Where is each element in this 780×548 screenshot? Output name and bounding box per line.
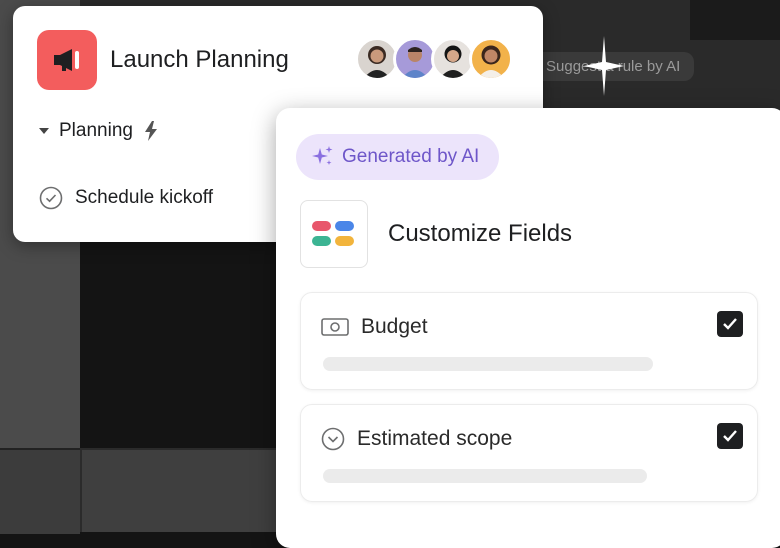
person-icon — [402, 47, 428, 78]
generated-by-ai-badge: Generated by AI — [296, 134, 500, 180]
task-row[interactable]: Schedule kickoff — [39, 186, 213, 210]
checkmark-icon — [723, 430, 737, 442]
megaphone-icon — [54, 49, 79, 71]
field-placeholder-bar — [323, 357, 653, 371]
customize-fields-card: Generated by AI Customize Fields Budget — [276, 108, 780, 548]
field-head: Estimated scope — [321, 427, 512, 451]
field-label: Estimated scope — [357, 427, 513, 450]
field-checkbox[interactable] — [717, 423, 743, 449]
field-checkbox[interactable] — [717, 311, 743, 337]
person-icon — [364, 46, 390, 78]
background-panel-bottom-left — [0, 448, 80, 534]
checkmark-icon — [723, 318, 737, 330]
section-label: Planning — [59, 120, 133, 141]
avatar[interactable] — [469, 37, 513, 81]
lightning-icon[interactable] — [143, 121, 159, 141]
fields-grid-icon — [312, 221, 354, 246]
section-planning[interactable]: Planning — [39, 120, 159, 142]
field-label: Budget — [361, 315, 428, 338]
task-label: Schedule kickoff — [75, 187, 214, 208]
background-panel-bottom — [80, 448, 280, 532]
field-head: Budget — [321, 315, 428, 339]
member-avatars[interactable] — [355, 37, 513, 81]
chevron-circle-icon — [321, 427, 345, 451]
project-title: Launch Planning — [110, 46, 289, 73]
field-estimated-scope[interactable]: Estimated scope — [300, 404, 758, 502]
check-circle-icon[interactable] — [39, 186, 63, 210]
person-icon — [478, 45, 504, 78]
sparkle-flare-icon — [584, 36, 624, 96]
sparkle-icon — [312, 146, 333, 165]
person-icon — [440, 45, 466, 78]
background-panel-top-right — [690, 0, 780, 40]
ai-badge-label: Generated by AI — [342, 146, 480, 167]
fields-title: Customize Fields — [388, 220, 573, 247]
field-placeholder-bar — [323, 469, 647, 483]
project-icon — [37, 30, 97, 90]
field-budget[interactable]: Budget — [300, 292, 758, 390]
caret-down-icon[interactable] — [39, 128, 49, 134]
currency-icon — [321, 318, 349, 336]
fields-icon-box — [300, 200, 368, 268]
